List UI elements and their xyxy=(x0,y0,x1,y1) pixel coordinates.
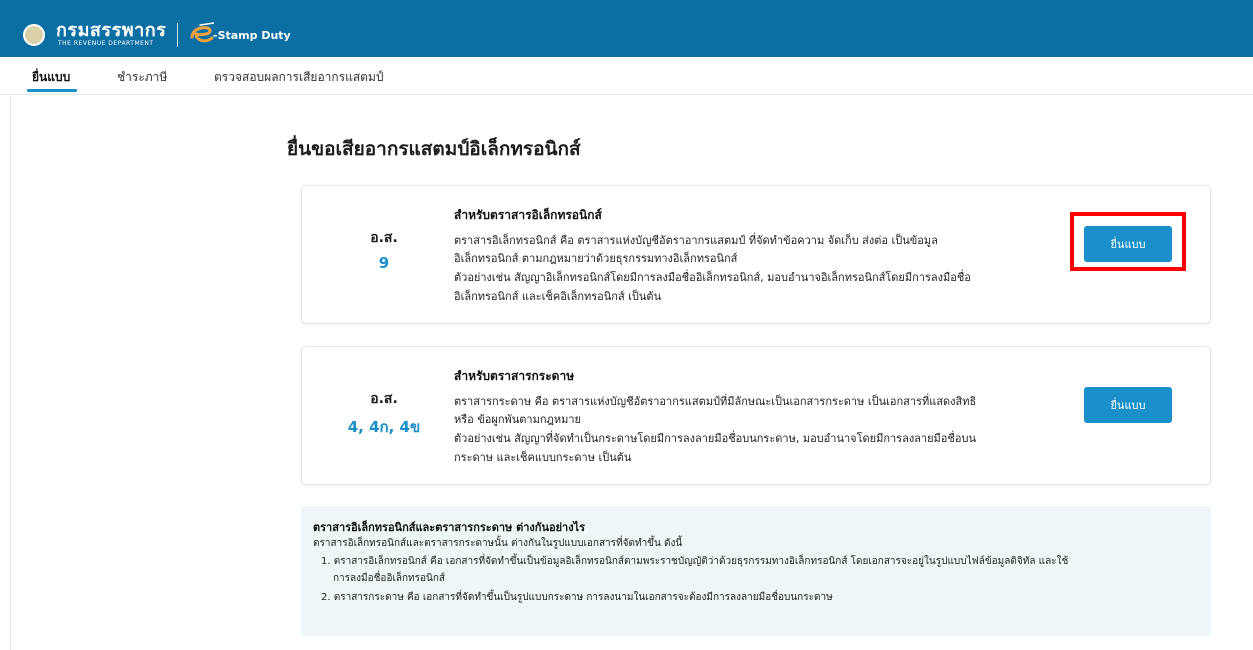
card-description-line: กระดาษ และเช็คแบบกระดาษ เป็นต้น xyxy=(454,451,632,464)
revenue-department-logo-icon xyxy=(23,24,45,46)
page-title: ยื่นขอเสียอากรแสตมป์อิเล็กทรอนิกส์ xyxy=(287,138,581,160)
info-item-1: 1. ตราสารอิเล็กทรอนิกส์ คือ เอกสารที่จัด… xyxy=(321,556,1069,567)
card-description-line: ตราสารอิเล็กทรอนิกส์ คือ ตราสารแห่งบัญชี… xyxy=(454,234,938,247)
brand-subtitle: THE REVENUE DEPARTMENT xyxy=(58,40,154,47)
highlight-annotation-box xyxy=(1070,212,1186,271)
form-prefix: อ.ส. xyxy=(370,391,398,407)
card-heading: สำหรับตราสารอิเล็กทรอนิกส์ xyxy=(454,208,602,222)
info-intro: ตราสารอิเล็กทรอนิกส์และตราสารกระดาษนั้น … xyxy=(313,538,683,549)
card-description-line: อิเล็กทรอนิกส์ ตามกฎหมายว่าด้วยธุรกรรมทา… xyxy=(454,252,738,265)
info-title: ตราสารอิเล็กทรอนิกส์และตราสารกระดาษ ต่าง… xyxy=(313,521,586,534)
main-nav: ยื่นแบบ ชำระภาษี ตรวจสอบผลการเสียอากรแสต… xyxy=(0,57,1253,95)
info-item-2: 2. ตราสารกระดาษ คือ เอกสารที่จัดทำขึ้นเป… xyxy=(321,592,833,603)
brand-name: กรมสรรพากร xyxy=(56,20,167,41)
tab-file-form[interactable]: ยื่นแบบ xyxy=(32,68,70,87)
submit-paper-form-button[interactable]: ยื่นแบบ xyxy=(1084,387,1172,423)
paper-instrument-card: อ.ส. 4, 4ก, 4ข สำหรับตราสารกระดาษ ตราสาร… xyxy=(301,346,1211,485)
info-item-1-continued: การลงมือชื่ออิเล็กทรอนิกส์ xyxy=(333,573,446,584)
form-code: 9 xyxy=(378,254,390,272)
app-name: -Stamp Duty xyxy=(213,29,291,42)
e-stamp-logo-icon xyxy=(190,22,214,43)
difference-info-box: ตราสารอิเล็กทรอนิกส์และตราสารกระดาษ ต่าง… xyxy=(301,506,1211,636)
card-description-line: อิเล็กทรอนิกส์ และเช็คอิเล็กทรอนิกส์ เป็… xyxy=(454,290,662,303)
header-divider xyxy=(177,23,178,47)
card-description-line: ตราสารกระดาษ คือ ตราสารแห่งบัญชีอัตราอาก… xyxy=(454,395,977,408)
card-description-line: ตัวอย่างเช่น สัญญาที่จัดทำเป็นกระดาษโดยม… xyxy=(454,432,976,445)
left-border-line xyxy=(10,96,11,650)
form-prefix: อ.ส. xyxy=(370,230,398,246)
tab-pay-tax[interactable]: ชำระภาษี xyxy=(117,68,167,87)
top-header-bar: กรมสรรพากร THE REVENUE DEPARTMENT -Stamp… xyxy=(0,0,1253,57)
active-tab-indicator xyxy=(27,89,77,92)
card-heading: สำหรับตราสารกระดาษ xyxy=(454,369,575,383)
card-description-line: หรือ ข้อผูกพันตามกฎหมาย xyxy=(454,413,582,426)
tab-check-stamp-duty[interactable]: ตรวจสอบผลการเสียอากรแสตมป์ xyxy=(214,68,383,87)
card-description-line: ตัวอย่างเช่น สัญญาอิเล็กทรอนิกส์โดยมีการ… xyxy=(454,271,971,284)
form-code: 4, 4ก, 4ข xyxy=(347,418,421,436)
